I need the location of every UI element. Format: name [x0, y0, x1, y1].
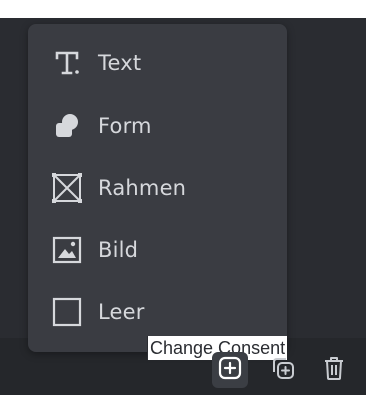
menu-item-leer[interactable]: Leer [28, 284, 287, 340]
menu-item-label: Leer [98, 300, 145, 324]
duplicate-page-button[interactable] [265, 352, 301, 388]
menu-item-label: Form [98, 114, 152, 138]
menu-item-text[interactable]: Text [28, 35, 287, 91]
text-icon [50, 46, 84, 80]
frame-icon [50, 171, 84, 205]
menu-item-label: Text [98, 51, 142, 75]
menu-item-form[interactable]: Form [28, 98, 287, 154]
add-page-icon [218, 356, 242, 384]
shape-icon [50, 109, 84, 143]
menu-item-label: Rahmen [98, 176, 187, 200]
menu-item-bild[interactable]: Bild [28, 222, 287, 278]
trash-icon [322, 355, 346, 385]
duplicate-page-icon [270, 355, 296, 385]
add-page-button[interactable] [212, 352, 248, 388]
menu-item-rahmen[interactable]: Rahmen [28, 160, 287, 216]
image-icon [50, 233, 84, 267]
menu-item-label: Bild [98, 238, 139, 262]
insert-menu: Text Form Rahmen Bild Leer [28, 24, 287, 352]
top-strip [0, 0, 366, 18]
delete-page-button[interactable] [316, 352, 352, 388]
empty-square-icon [50, 295, 84, 329]
